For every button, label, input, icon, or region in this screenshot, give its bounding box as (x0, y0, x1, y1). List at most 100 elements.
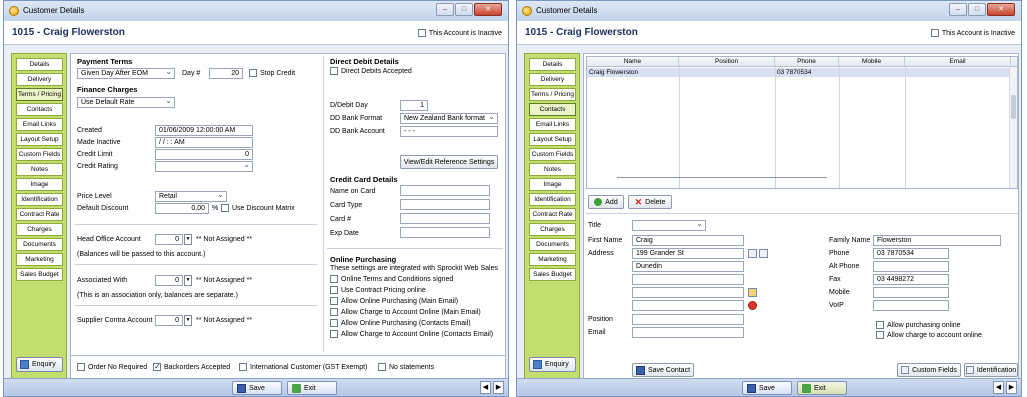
supplier-contra-input[interactable]: 0 (155, 315, 183, 326)
nav-charges[interactable]: Charges (16, 223, 63, 236)
nav-identification[interactable]: Identification (16, 193, 63, 206)
mobile-input[interactable] (873, 287, 949, 298)
horizontal-scrollbar[interactable] (617, 177, 827, 178)
email-input[interactable] (632, 327, 744, 338)
save-button[interactable]: Save (742, 381, 792, 395)
inactive-checkbox-box[interactable] (930, 29, 939, 37)
head-office-input[interactable]: 0 (155, 234, 183, 245)
allow-purchasing-checkbox[interactable]: Allow purchasing online (876, 321, 961, 329)
online-option[interactable]: Allow Online Purchasing (Contacts Email) (330, 319, 471, 327)
allow-purchasing-box[interactable] (876, 321, 884, 329)
nav-image[interactable]: Image (16, 178, 63, 191)
enquiry-button[interactable]: Enquiry (16, 357, 63, 372)
order-no-required-box[interactable] (77, 363, 85, 371)
direct-debits-accepted-checkbox[interactable]: Direct Debits Accepted (330, 67, 412, 75)
previous-record-icon[interactable]: ◀ (480, 381, 491, 394)
address-line-4[interactable] (632, 287, 744, 298)
online-option[interactable]: Allow Online Purchasing (Main Email) (330, 297, 458, 305)
address-line-1[interactable]: 199 Grander St (632, 248, 744, 259)
nav-layout-setup[interactable]: Layout Setup (529, 133, 576, 146)
nav-marketing[interactable]: Marketing (529, 253, 576, 266)
no-statements-box[interactable] (378, 363, 386, 371)
contacts-grid[interactable]: Name Position Phone Mobile Email Craig F… (586, 56, 1018, 189)
nav-documents[interactable]: Documents (16, 238, 63, 251)
online-option-box[interactable] (330, 319, 338, 327)
nav-contacts[interactable]: Contacts (16, 103, 63, 116)
col-name[interactable]: Name (587, 57, 679, 67)
view-edit-reference-button[interactable]: View/Edit Reference Settings (400, 155, 498, 169)
phone-input[interactable]: 03 7870534 (873, 248, 949, 259)
day-input[interactable]: 20 (209, 68, 243, 79)
save-contact-button[interactable]: Save Contact (632, 363, 694, 377)
inactive-checkbox[interactable]: This Account is Inactive (417, 29, 502, 37)
nav-contract-rate[interactable]: Contract Rate (16, 208, 63, 221)
address-search-icon[interactable] (748, 249, 757, 258)
add-button[interactable]: Add (588, 195, 624, 209)
online-option-box[interactable] (330, 330, 338, 338)
nav-marketing[interactable]: Marketing (16, 253, 63, 266)
identification-button[interactable]: Identification (964, 363, 1018, 377)
next-record-icon[interactable]: ▶ (1006, 381, 1017, 394)
allow-charge-box[interactable] (876, 331, 884, 339)
online-option[interactable]: Allow Charge to Account Online (Contacts… (330, 330, 493, 338)
stop-credit-checkbox[interactable]: Stop Credit (249, 69, 295, 77)
nav-documents[interactable]: Documents (529, 238, 576, 251)
associated-input[interactable]: 0 (155, 275, 183, 286)
exit-button[interactable]: Exit (797, 381, 847, 395)
nav-custom-fields[interactable]: Custom Fields (529, 148, 576, 161)
online-option[interactable]: Allow Charge to Account Online (Main Ema… (330, 308, 481, 316)
discount-matrix-checkbox[interactable]: Use Discount Matrix (221, 204, 295, 212)
nav-terms-pricing[interactable]: Terms / Pricing (529, 88, 576, 101)
fax-input[interactable]: 03 4498272 (873, 274, 949, 285)
price-level-select[interactable]: Retail (155, 191, 227, 202)
made-inactive-field[interactable]: / / : : AM (155, 137, 253, 148)
debit-day-input[interactable]: 1 (400, 100, 428, 111)
nav-custom-fields[interactable]: Custom Fields (16, 148, 63, 161)
no-statements-checkbox[interactable]: No statements (378, 363, 434, 371)
col-mobile[interactable]: Mobile (839, 57, 905, 67)
international-customer-checkbox[interactable]: International Customer (GST Exempt) (239, 363, 367, 371)
enquiry-button[interactable]: Enquiry (529, 357, 576, 372)
alt-phone-input[interactable] (873, 261, 949, 272)
save-button[interactable]: Save (232, 381, 282, 395)
previous-record-icon[interactable]: ◀ (993, 381, 1004, 394)
position-input[interactable] (632, 314, 744, 325)
nav-sales-budget[interactable]: Sales Budget (16, 268, 63, 281)
online-option-box[interactable] (330, 308, 338, 316)
inactive-checkbox[interactable]: This Account is Inactive (930, 29, 1015, 37)
exit-button[interactable]: Exit (287, 381, 337, 395)
copy-icon[interactable] (759, 249, 768, 258)
maximize-icon[interactable]: □ (455, 3, 473, 16)
scroll-thumb[interactable] (1011, 95, 1016, 119)
nav-delivery[interactable]: Delivery (529, 73, 576, 86)
online-option-box[interactable] (330, 275, 338, 283)
nav-details[interactable]: Details (16, 58, 63, 71)
address-line-3[interactable] (632, 274, 744, 285)
nav-email-links[interactable]: Email Links (16, 118, 63, 131)
online-option[interactable]: Use Contract Pricing online (330, 286, 426, 294)
address-line-5[interactable] (632, 300, 744, 311)
close-icon[interactable]: ✕ (474, 3, 502, 16)
nav-charges[interactable]: Charges (529, 223, 576, 236)
bank-format-select[interactable]: New Zealand Bank format (400, 113, 498, 124)
discount-matrix-box[interactable] (221, 204, 229, 212)
nav-contract-rate[interactable]: Contract Rate (529, 208, 576, 221)
card-expiry-input[interactable] (400, 227, 490, 238)
col-email[interactable]: Email (905, 57, 1011, 67)
inactive-checkbox-box[interactable] (417, 29, 426, 37)
minimize-icon[interactable]: – (949, 3, 967, 16)
next-record-icon[interactable]: ▶ (493, 381, 504, 394)
voip-input[interactable] (873, 300, 949, 311)
default-discount-input[interactable]: 0.00 (155, 203, 209, 214)
nav-terms-pricing[interactable]: Terms / Pricing (16, 88, 63, 101)
custom-fields-button[interactable]: Custom Fields (897, 363, 961, 377)
direct-debits-accepted-box[interactable] (330, 67, 338, 75)
first-name-input[interactable]: Craig (632, 235, 744, 246)
card-name-input[interactable] (400, 185, 490, 196)
nav-image[interactable]: Image (529, 178, 576, 191)
backorders-accepted-box[interactable] (153, 362, 161, 371)
nav-email-links[interactable]: Email Links (529, 118, 576, 131)
supplier-contra-dropdown-icon[interactable]: ▼ (184, 315, 192, 326)
credit-limit-input[interactable]: 0 (155, 149, 253, 160)
head-office-dropdown-icon[interactable]: ▼ (184, 234, 192, 245)
